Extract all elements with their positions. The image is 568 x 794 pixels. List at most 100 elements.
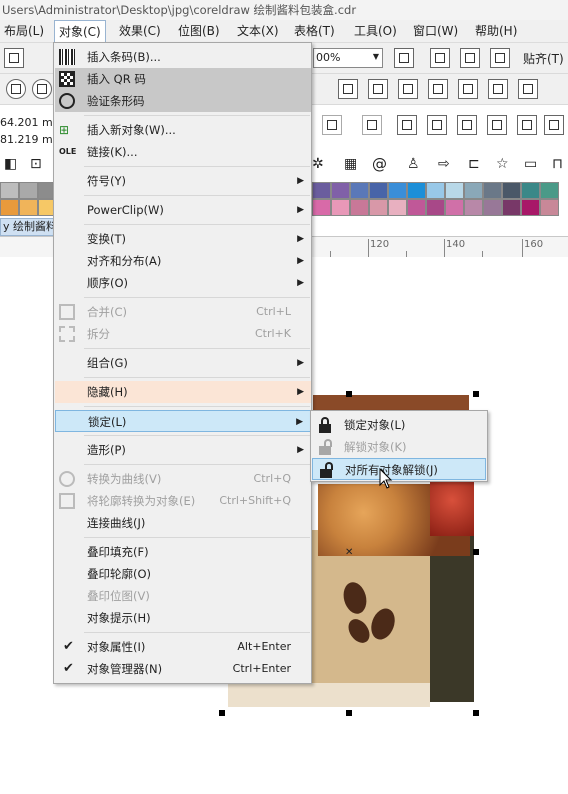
zoom-combo[interactable]: 00% ▼ — [313, 48, 383, 68]
menu-item-order[interactable]: 顺序(O) ▶ — [55, 272, 311, 294]
rulers-icon[interactable] — [430, 48, 450, 68]
menu-item-join-curves[interactable]: 连接曲线(J) — [55, 512, 311, 534]
swatch[interactable] — [331, 182, 350, 199]
menu-item-hide[interactable]: 隐藏(H) ▶ — [55, 381, 311, 403]
align-tool-icon[interactable] — [338, 79, 358, 99]
zoom-in-icon[interactable] — [6, 79, 26, 99]
star-icon[interactable]: ☆ — [496, 156, 509, 172]
back-minus-front-icon[interactable] — [322, 115, 342, 135]
gear-icon[interactable]: ✲ — [312, 156, 324, 172]
swatch[interactable] — [0, 182, 19, 199]
menu-item-shaping[interactable]: 造形(P) ▶ — [55, 439, 311, 461]
menu-item-overprint-fill[interactable]: 叠印填充(F) — [55, 541, 311, 563]
grid-icon[interactable] — [460, 48, 480, 68]
swatch[interactable] — [407, 182, 426, 199]
flowchart-icon[interactable]: ⊏ — [468, 156, 480, 172]
banner-icon[interactable]: ⊓ — [552, 156, 563, 172]
create-boundary-icon[interactable] — [544, 115, 564, 135]
menu-item-insert-barcode[interactable]: 插入条码(B)... — [55, 46, 311, 68]
menu-item-align-distribute[interactable]: 对齐和分布(A) ▶ — [55, 250, 311, 272]
arrow-shape-icon[interactable]: ⇨ — [438, 156, 450, 172]
menu-item-object-hints[interactable]: 对象提示(H) — [55, 607, 311, 629]
swatch[interactable] — [521, 182, 540, 199]
swatch[interactable] — [19, 182, 38, 199]
package-bottom-strip[interactable] — [228, 683, 430, 707]
swatch[interactable] — [369, 199, 388, 216]
swatch[interactable] — [0, 199, 19, 216]
trim-icon[interactable] — [397, 115, 417, 135]
pick-tool-icon[interactable]: ◧ — [4, 156, 17, 172]
tomato-photo[interactable] — [430, 476, 474, 536]
swatch[interactable] — [502, 199, 521, 216]
selection-handle[interactable] — [346, 710, 352, 716]
menu-window[interactable]: 窗口(W) — [409, 20, 462, 42]
swatch[interactable] — [445, 182, 464, 199]
swatch[interactable] — [407, 199, 426, 216]
swatch[interactable] — [331, 199, 350, 216]
swatch[interactable] — [312, 199, 331, 216]
align-nodes-icon[interactable] — [398, 79, 418, 99]
menu-item-break-apart[interactable]: 拆分 Ctrl+K — [55, 323, 311, 345]
submenu-item-unlock-all[interactable]: 对所有对象解锁(J) — [312, 458, 486, 480]
menu-item-verify-barcode[interactable]: 验证条形码 — [55, 90, 311, 112]
swatch[interactable] — [426, 199, 445, 216]
swatch[interactable] — [540, 182, 559, 199]
x-coordinate[interactable]: 64.201 mm — [0, 114, 63, 131]
submenu-item-unlock-object[interactable]: 解锁对象(K) — [312, 436, 486, 458]
menu-tools[interactable]: 工具(O) — [350, 20, 401, 42]
ungroup-all-icon[interactable] — [518, 79, 538, 99]
swatch[interactable] — [540, 199, 559, 216]
menu-item-combine[interactable]: 合并(C) Ctrl+L — [55, 301, 311, 323]
swatch[interactable] — [426, 182, 445, 199]
intersect-icon[interactable] — [427, 115, 447, 135]
swatch[interactable] — [464, 182, 483, 199]
swatch[interactable] — [388, 182, 407, 199]
menu-item-transform[interactable]: 变换(T) ▶ — [55, 228, 311, 250]
full-screen-icon[interactable] — [394, 48, 414, 68]
menu-item-insert-qr-code[interactable]: 插入 QR 码 — [55, 68, 311, 90]
menu-item-insert-new-object[interactable]: ⊞ 插入新对象(W)... — [55, 119, 311, 141]
swatch[interactable] — [464, 199, 483, 216]
menu-text[interactable]: 文本(X) — [233, 20, 283, 42]
table-icon[interactable]: ▦ — [344, 156, 357, 172]
menu-table[interactable]: 表格(T) — [290, 20, 339, 42]
group-icon[interactable] — [458, 79, 478, 99]
spiral-icon[interactable]: @ — [372, 155, 387, 173]
menu-item-overprint-outline[interactable]: 叠印轮廓(O) — [55, 563, 311, 585]
menu-item-powerclip[interactable]: PowerClip(W) ▶ — [55, 199, 311, 221]
selection-handle[interactable] — [473, 549, 479, 555]
document-tab[interactable]: y 绘制酱料 — [0, 218, 60, 236]
menu-bitmaps[interactable]: 位图(B) — [174, 20, 224, 42]
menu-effects[interactable]: 效果(C) — [115, 20, 165, 42]
shape-tool-icon[interactable]: ⊡ — [30, 156, 42, 172]
swatch[interactable] — [483, 182, 502, 199]
menu-item-overprint-bitmap[interactable]: 叠印位图(V) — [55, 585, 311, 607]
menu-item-symbol[interactable]: 符号(Y) ▶ — [55, 170, 311, 192]
swatch[interactable] — [312, 182, 331, 199]
swatch[interactable] — [388, 199, 407, 216]
swatch[interactable] — [350, 199, 369, 216]
swatch[interactable] — [483, 199, 502, 216]
menu-item-outline-to-object[interactable]: 将轮廓转换为对象(E) Ctrl+Shift+Q — [55, 490, 311, 512]
menu-layout[interactable]: 布局(L) — [0, 20, 48, 42]
guidelines-icon[interactable] — [490, 48, 510, 68]
selection-handle[interactable] — [473, 391, 479, 397]
snap-to-button[interactable]: 贴齐(T) — [523, 50, 564, 67]
menu-object[interactable]: 对象(C) — [54, 20, 106, 43]
menu-item-group[interactable]: 组合(G) ▶ — [55, 352, 311, 374]
swatch[interactable] — [369, 182, 388, 199]
menu-item-object-properties[interactable]: ✔ 对象属性(I) Alt+Enter — [55, 636, 311, 658]
selection-handle[interactable] — [346, 391, 352, 397]
toolbar-icon[interactable] — [4, 48, 24, 68]
y-coordinate[interactable]: 81.219 mm — [0, 131, 63, 148]
swatch[interactable] — [350, 182, 369, 199]
menu-item-object-manager[interactable]: ✔ 对象管理器(N) Ctrl+Enter — [55, 658, 311, 680]
swatch[interactable] — [521, 199, 540, 216]
shapes-icon[interactable]: ♙ — [407, 156, 420, 172]
zoom-out-icon[interactable] — [32, 79, 52, 99]
ungroup-icon[interactable] — [488, 79, 508, 99]
simplify-icon[interactable] — [457, 115, 477, 135]
distribute-icon[interactable] — [428, 79, 448, 99]
menu-item-links[interactable]: OLE 链接(K)... — [55, 141, 311, 163]
swatch[interactable] — [502, 182, 521, 199]
